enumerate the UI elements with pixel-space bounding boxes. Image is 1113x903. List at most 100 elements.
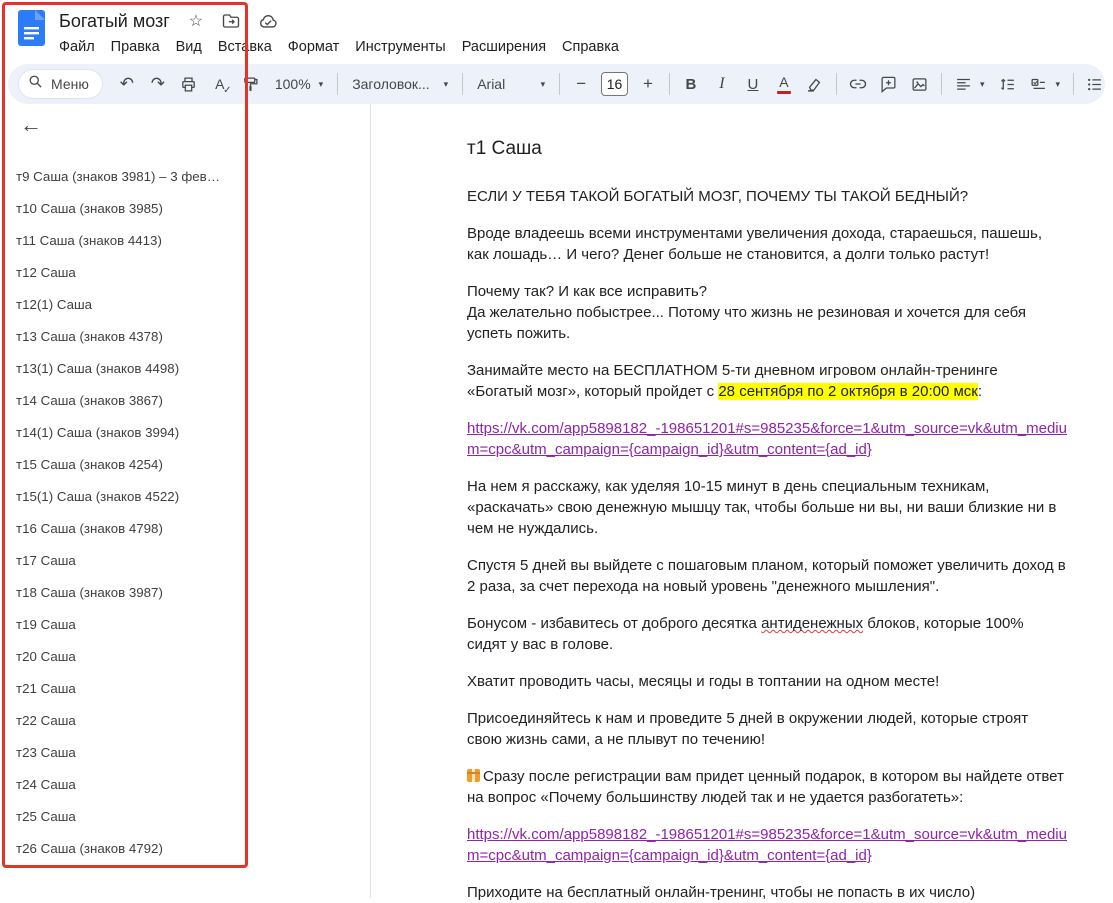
document-canvas[interactable]: т1 Саша ЕСЛИ У ТЕБЯ ТАКОЙ БОГАТЫЙ МОЗГ, … [370, 104, 1113, 901]
toolbar: Меню ↶ ↷ A ✓ 100% ▾ Заголовок... ▾ Arial… [8, 64, 1105, 104]
line-spacing-button[interactable] [992, 69, 1022, 99]
menu-edit[interactable]: Правка [103, 36, 168, 58]
outline-item-label: т15 Саша (знаков 4254) [16, 456, 163, 472]
outline-item[interactable]: т12 Саша [0, 256, 250, 288]
zoom-dropdown[interactable]: 100% ▾ [267, 69, 331, 99]
chevron-down-icon: ▾ [979, 78, 985, 89]
paint-format-button[interactable] [236, 69, 266, 99]
text-segment: : [977, 383, 983, 400]
toolbar-divider [940, 73, 942, 95]
italic-button[interactable]: I [707, 69, 737, 99]
outline-item-label: т9 Саша (знаков 3981) – 3 фев… [16, 168, 221, 184]
toolbar-container: Меню ↶ ↷ A ✓ 100% ▾ Заголовок... ▾ Arial… [0, 62, 1113, 110]
insert-link-button[interactable] [843, 69, 873, 99]
document-page[interactable]: т1 Саша ЕСЛИ У ТЕБЯ ТАКОЙ БОГАТЫЙ МОЗГ, … [371, 104, 1067, 903]
print-button[interactable] [174, 69, 204, 99]
outline-item[interactable]: т21 Саша [0, 672, 250, 704]
increase-font-size-button[interactable]: + [633, 69, 663, 99]
menu-tools[interactable]: Инструменты [347, 36, 453, 58]
star-icon[interactable]: ☆ [186, 11, 206, 31]
checklist-dropdown[interactable]: ▾ [1022, 69, 1068, 99]
paragraph: Бонусом - избавитесь от доброго десятка … [467, 613, 1067, 655]
doc-heading: т1 Саша [467, 138, 542, 159]
search-menus-label: Меню [51, 76, 89, 92]
align-left-icon [957, 78, 970, 90]
outline-item-label: т14 Саша (знаков 3867) [16, 392, 163, 408]
outline-item[interactable]: т9 Саша (знаков 3981) – 3 фев… [0, 160, 250, 192]
outline-item-label: т17 Саша [16, 552, 76, 568]
content-area: ← т9 Саша (знаков 3981) – 3 фев… т10 Саш… [0, 104, 1113, 901]
redo-button[interactable]: ↷ [143, 69, 173, 99]
outline-item[interactable]: т25 Саша [0, 800, 250, 832]
font-family-value: Arial [477, 76, 506, 92]
paragraph-style-dropdown[interactable]: Заголовок... ▾ [344, 69, 456, 99]
outline-item[interactable]: т15 Саша (знаков 4254) [0, 448, 250, 480]
gift-emoji [467, 769, 480, 782]
add-comment-button[interactable] [874, 69, 904, 99]
outline-item[interactable]: т17 Саша [0, 544, 250, 576]
outline-item[interactable]: т13 Саша (знаков 4378) [0, 320, 250, 352]
outline-item[interactable]: т15(1) Саша (знаков 4522) [0, 480, 250, 512]
move-folder-icon[interactable] [222, 13, 242, 29]
chevron-down-icon: ▾ [443, 78, 449, 89]
search-menus-button[interactable]: Меню [18, 69, 103, 99]
outline-item-label: т12 Саша [16, 264, 76, 280]
menu-file[interactable]: Файл [51, 36, 103, 58]
toolbar-divider [559, 73, 561, 95]
outline-item[interactable]: т19 Саша [0, 608, 250, 640]
outline-item[interactable]: т26 Саша (знаков 4792) [0, 832, 250, 864]
outline-item[interactable]: т24 Саша [0, 768, 250, 800]
outline-item[interactable]: т13(1) Саша (знаков 4498) [0, 352, 250, 384]
menu-help[interactable]: Справка [554, 36, 627, 58]
outline-item[interactable]: т10 Саша (знаков 3985) [0, 192, 250, 224]
outline-item[interactable]: т22 Саша [0, 704, 250, 736]
highlight-color-button[interactable] [800, 69, 830, 99]
menu-extensions[interactable]: Расширения [454, 36, 554, 58]
outline-item[interactable]: т23 Саша [0, 736, 250, 768]
insert-image-button[interactable] [905, 69, 935, 99]
google-docs-icon[interactable] [18, 8, 45, 62]
font-family-dropdown[interactable]: Arial ▾ [469, 69, 553, 99]
back-arrow-button[interactable]: ← [20, 112, 42, 138]
outline-item-label: т13 Саша (знаков 4378) [16, 328, 163, 344]
toolbar-divider [668, 73, 670, 95]
underline-button[interactable]: U [738, 69, 768, 99]
outline-item[interactable]: т14 Саша (знаков 3867) [0, 384, 250, 416]
paragraph: Вроде владеешь всеми инструментами увели… [467, 225, 1042, 263]
toolbar-divider [462, 73, 464, 95]
bulleted-list-button[interactable] [1079, 69, 1105, 99]
paragraph-style-value: Заголовок... [352, 76, 430, 92]
menu-insert[interactable]: Вставка [210, 36, 280, 58]
vk-registration-link[interactable]: https://vk.com/app5898182_-198651201#s=9… [467, 826, 1067, 864]
vk-registration-link[interactable]: https://vk.com/app5898182_-198651201#s=9… [467, 420, 1067, 458]
outline-item[interactable]: т20 Саша [0, 640, 250, 672]
outline-item[interactable]: т18 Саша (знаков 3987) [0, 576, 250, 608]
bold-button[interactable]: B [676, 69, 706, 99]
menu-view[interactable]: Вид [168, 36, 210, 58]
cloud-status-icon[interactable] [258, 14, 278, 29]
outline-item-label: т12(1) Саша [16, 296, 93, 312]
outline-item-label: т26 Саша (знаков 4792) [16, 840, 163, 856]
outline-item-label: т21 Саша [16, 680, 76, 696]
outline-item-label: т19 Саша [16, 616, 76, 632]
text-color-button[interactable]: A [769, 69, 799, 99]
menu-format[interactable]: Формат [280, 36, 348, 58]
paragraph: Присоединяйтесь к нам и проведите 5 дней… [467, 710, 1029, 748]
outline-item-label: т13(1) Саша (знаков 4498) [16, 360, 180, 376]
outline-item[interactable]: т11 Саша (знаков 4413) [0, 224, 250, 256]
paragraph: Занимайте место на БЕСПЛАТНОМ 5-ти дневн… [467, 360, 1067, 402]
chevron-down-icon: ▾ [318, 78, 324, 89]
outline-item[interactable]: т16 Саша (знаков 4798) [0, 512, 250, 544]
undo-button[interactable]: ↶ [112, 69, 142, 99]
document-title[interactable]: Богатый мозг [59, 11, 170, 32]
align-dropdown[interactable]: ▾ [947, 69, 993, 99]
font-size-input[interactable]: 16 [601, 72, 628, 96]
spellcheck-button[interactable]: A ✓ [205, 69, 235, 99]
outline-item[interactable]: т14(1) Саша (знаков 3994) [0, 416, 250, 448]
outline-item-label: т25 Саша [16, 808, 76, 824]
outline-item-label: т14(1) Саша (знаков 3994) [16, 424, 180, 440]
decrease-font-size-button[interactable]: − [566, 69, 596, 99]
outline-item[interactable]: т12(1) Саша [0, 288, 250, 320]
paragraph: Приходите на бесплатный онлайн-тренинг, … [467, 884, 976, 901]
outline-item-label: т24 Саша [16, 776, 76, 792]
